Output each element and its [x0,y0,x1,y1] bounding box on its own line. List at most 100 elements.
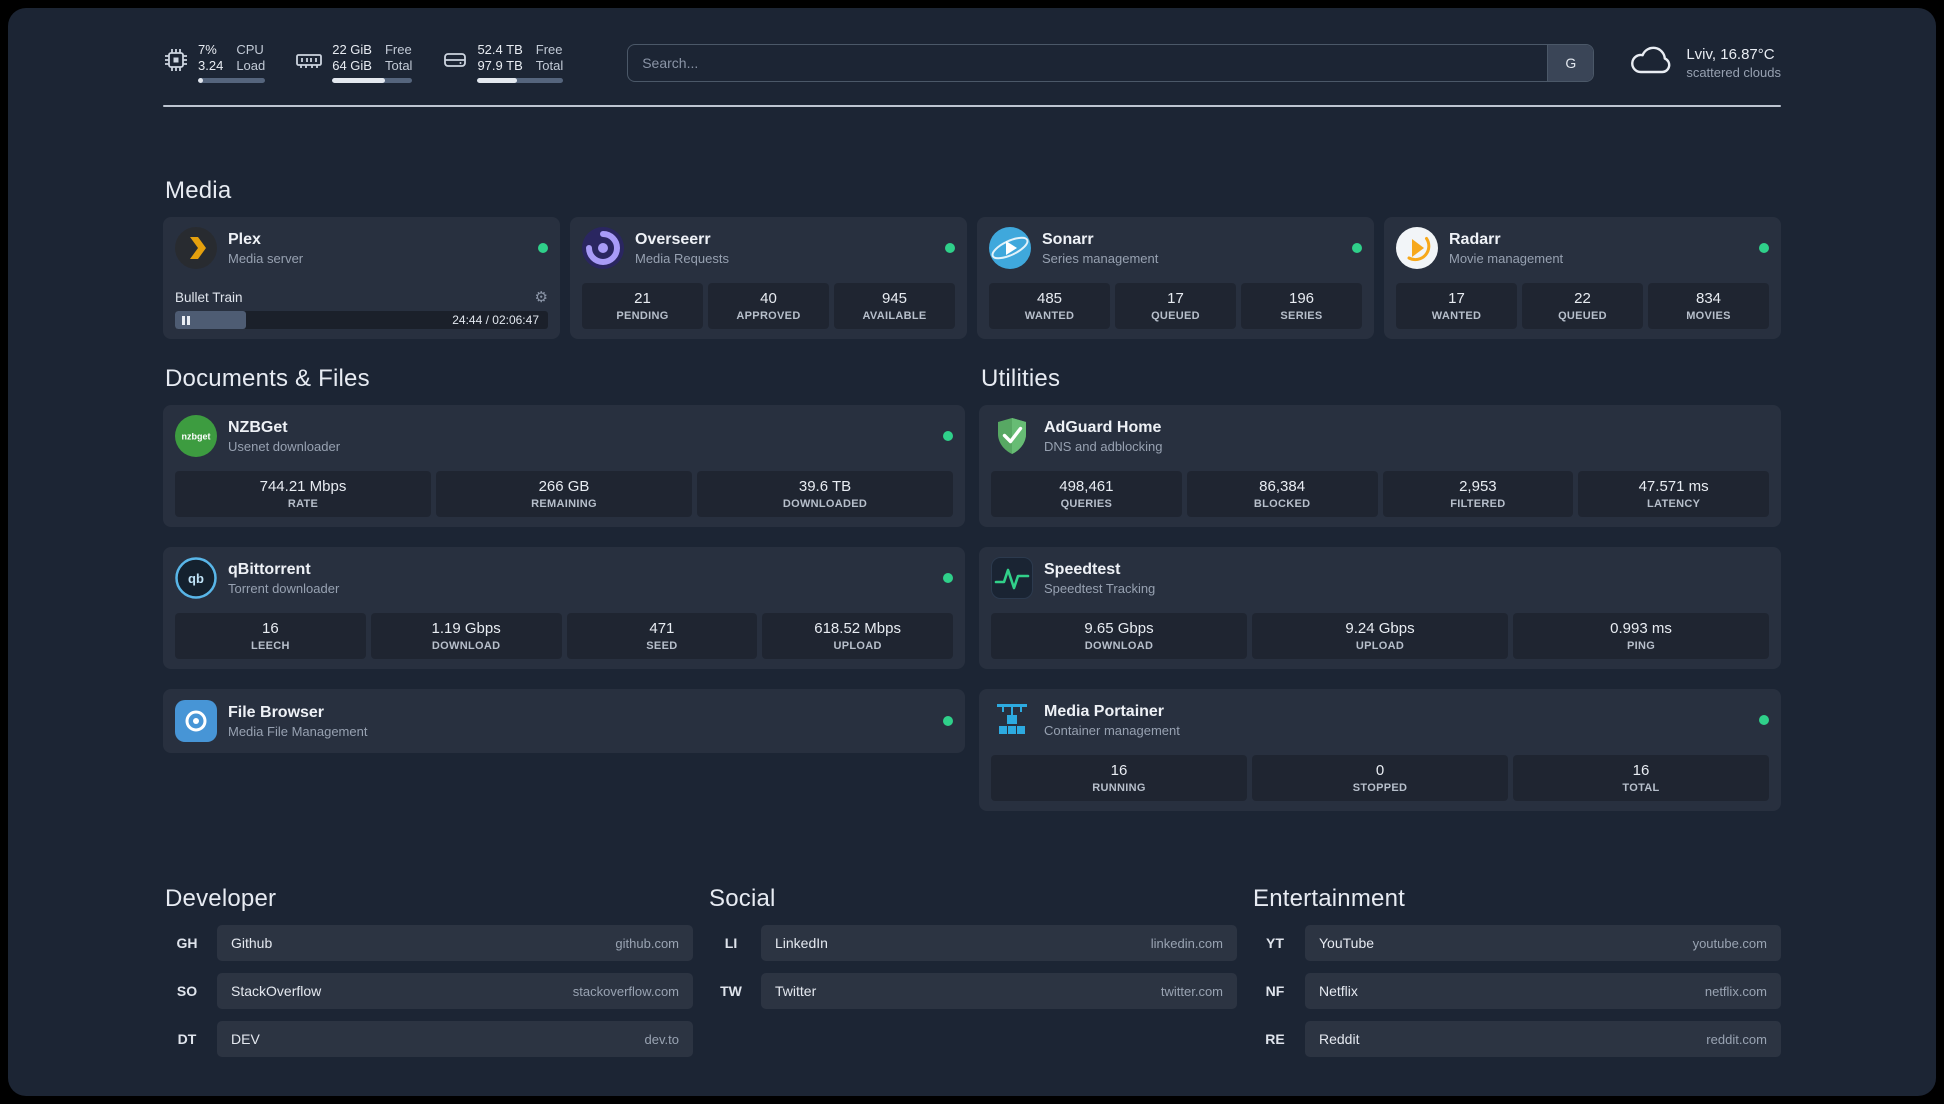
dashboard-root: 7% 3.24 CPU Load 22 GiB 64 GiB Free Tota… [8,8,1936,1096]
stat-tile: 266 GB REMAINING [436,471,692,517]
bookmark-name: LinkedIn [775,935,828,951]
bookmark-abbr: DT [177,1031,197,1047]
section-title-entertainment: Entertainment [1253,885,1406,912]
bookmark-group-social: Social LI LinkedIn linkedin.com TW Twitt… [707,885,1237,1021]
service-description: Media File Management [228,723,368,739]
bookmark-group-developer: Developer GH Github github.com SO StackO… [163,885,693,1069]
stat-tile: 22 QUEUED [1522,283,1643,329]
service-card-speedtest[interactable]: Speedtest Speedtest Tracking 9.65 Gbps DO… [979,547,1781,669]
section-documents-files: Documents & Files nzbget NZBGet Usenet d… [163,365,965,773]
service-card-overseerr[interactable]: Overseerr Media Requests 21 PENDING 40 APP… [570,217,967,339]
bookmark-abbr: SO [176,983,198,999]
service-card-sonarr[interactable]: Sonarr Series management 485 WANTED 17 QUE… [977,217,1374,339]
bookmark-netflix[interactable]: NF Netflix netflix.com [1251,973,1781,1009]
search-box: G [627,43,1595,82]
service-description: Speedtest Tracking [1044,580,1156,596]
radarr-icon [1396,227,1438,269]
bookmark-reddit[interactable]: RE Reddit reddit.com [1251,1021,1781,1057]
bookmark-name: YouTube [1319,935,1375,951]
svg-text:nzbget: nzbget [182,432,211,442]
bookmark-linkedin[interactable]: LI LinkedIn linkedin.com [707,925,1237,961]
service-card-qbittorrent[interactable]: qb qBittorrent Torrent downloader 16 LEEC… [163,547,965,669]
stat-tile: 39.6 TB DOWNLOADED [697,471,953,517]
service-card-radarr[interactable]: Radarr Movie management 17 WANTED 22 QUEUE… [1384,217,1781,339]
section-title-documents: Documents & Files [165,365,370,392]
section-media: Media Plex Media server Bullet Train ⚙ 2… [163,177,1781,339]
service-description: Torrent downloader [228,580,340,596]
bookmark-twitter[interactable]: TW Twitter twitter.com [707,973,1237,1009]
service-name: NZBGet [228,418,288,436]
section-title-utilities: Utilities [981,365,1061,392]
cpu-usage-label: CPU [236,42,264,57]
resource-widget-cpu: 7% 3.24 CPU Load [163,42,266,83]
stat-tile: 16 RUNNING [991,755,1247,801]
bookmark-domain: netflix.com [1704,983,1767,999]
filebrowser-icon [175,700,217,742]
stat-tile: 0.993 ms PING [1513,613,1769,659]
bookmark-domain: linkedin.com [1150,935,1223,951]
topbar-divider [163,105,1781,107]
resource-widget-memory: 22 GiB 64 GiB Free Total [295,42,413,83]
stat-tile: 471 SEED [566,613,758,659]
service-name: qBittorrent [228,560,311,578]
bookmark-abbr: GH [176,935,198,951]
cpu-progress-bar [198,78,266,83]
stat-tile: 47.571 ms LATENCY [1578,471,1769,517]
playback-progress-bar: 24:44 / 02:06:47 [175,311,548,329]
weather-location: Lviv, 16.87°C [1686,45,1775,63]
bookmark-domain: dev.to [644,1031,679,1047]
bookmark-name: Twitter [775,983,817,999]
stat-tile: 17 WANTED [1396,283,1517,329]
service-description: Media Requests [635,250,729,266]
memory-icon [295,42,323,78]
service-card-plex[interactable]: Plex Media server Bullet Train ⚙ 24:44 /… [163,217,560,339]
status-dot [943,573,953,583]
memory-total-label: Total [384,58,413,73]
bookmark-abbr: LI [724,935,738,951]
service-card-filebrowser[interactable]: File Browser Media File Management [163,689,965,753]
bookmark-stackoverflow[interactable]: SO StackOverflow stackoverflow.com [163,973,693,1009]
status-dot [945,243,955,253]
memory-progress-bar [332,78,413,83]
now-playing-title: Bullet Train [175,290,243,305]
plex-now-playing-widget: Bullet Train ⚙ 24:44 / 02:06:47 [175,290,548,329]
stat-tile: 2,953 FILTERED [1382,471,1574,517]
topbar: 7% 3.24 CPU Load 22 GiB 64 GiB Free Tota… [163,8,1781,83]
service-description: DNS and adblocking [1044,438,1163,454]
bookmark-name: Netflix [1319,983,1358,999]
bookmark-dev[interactable]: DT DEV dev.to [163,1021,693,1057]
bookmark-domain: youtube.com [1692,935,1767,951]
service-card-adguard-home[interactable]: AdGuard Home DNS and adblocking 498,461 Q… [979,405,1781,527]
bookmark-domain: github.com [615,935,679,951]
service-name: Overseerr [635,230,711,248]
search-input[interactable] [628,44,1548,81]
sonarr-icon [989,227,1031,269]
service-name: AdGuard Home [1044,418,1162,436]
status-dot [1352,243,1362,253]
bookmark-github[interactable]: GH Github github.com [163,925,693,961]
weather-condition: scattered clouds [1686,64,1781,80]
service-name: File Browser [228,703,325,721]
disk-progress-bar [477,78,564,83]
service-name: Radarr [1449,230,1501,248]
service-card-nzbget[interactable]: nzbget NZBGet Usenet downloader 744.21 M… [163,405,965,527]
bookmark-name: StackOverflow [231,983,322,999]
stat-tile: 618.52 Mbps UPLOAD [762,613,953,659]
gear-icon[interactable]: ⚙ [535,290,548,305]
section-title-developer: Developer [165,885,277,912]
pause-icon [182,315,190,325]
search-provider-button[interactable]: G [1547,44,1594,81]
speedtest-icon [991,557,1033,599]
cpu-icon [163,42,189,78]
weather-widget: Lviv, 16.87°C scattered clouds [1628,43,1781,82]
memory-free-value: 22 GiB [332,42,372,57]
bookmark-youtube[interactable]: YT YouTube youtube.com [1251,925,1781,961]
stat-tile: 9.65 Gbps DOWNLOAD [991,613,1247,659]
bookmark-name: Github [231,935,273,951]
svg-text:qb: qb [188,571,204,586]
service-name: Plex [228,230,261,248]
stat-tile: 196 SERIES [1241,283,1362,329]
adguard-icon [991,415,1033,457]
service-card-portainer[interactable]: Media Portainer Container management 16 R… [979,689,1781,811]
bookmark-abbr: RE [1265,1031,1285,1047]
